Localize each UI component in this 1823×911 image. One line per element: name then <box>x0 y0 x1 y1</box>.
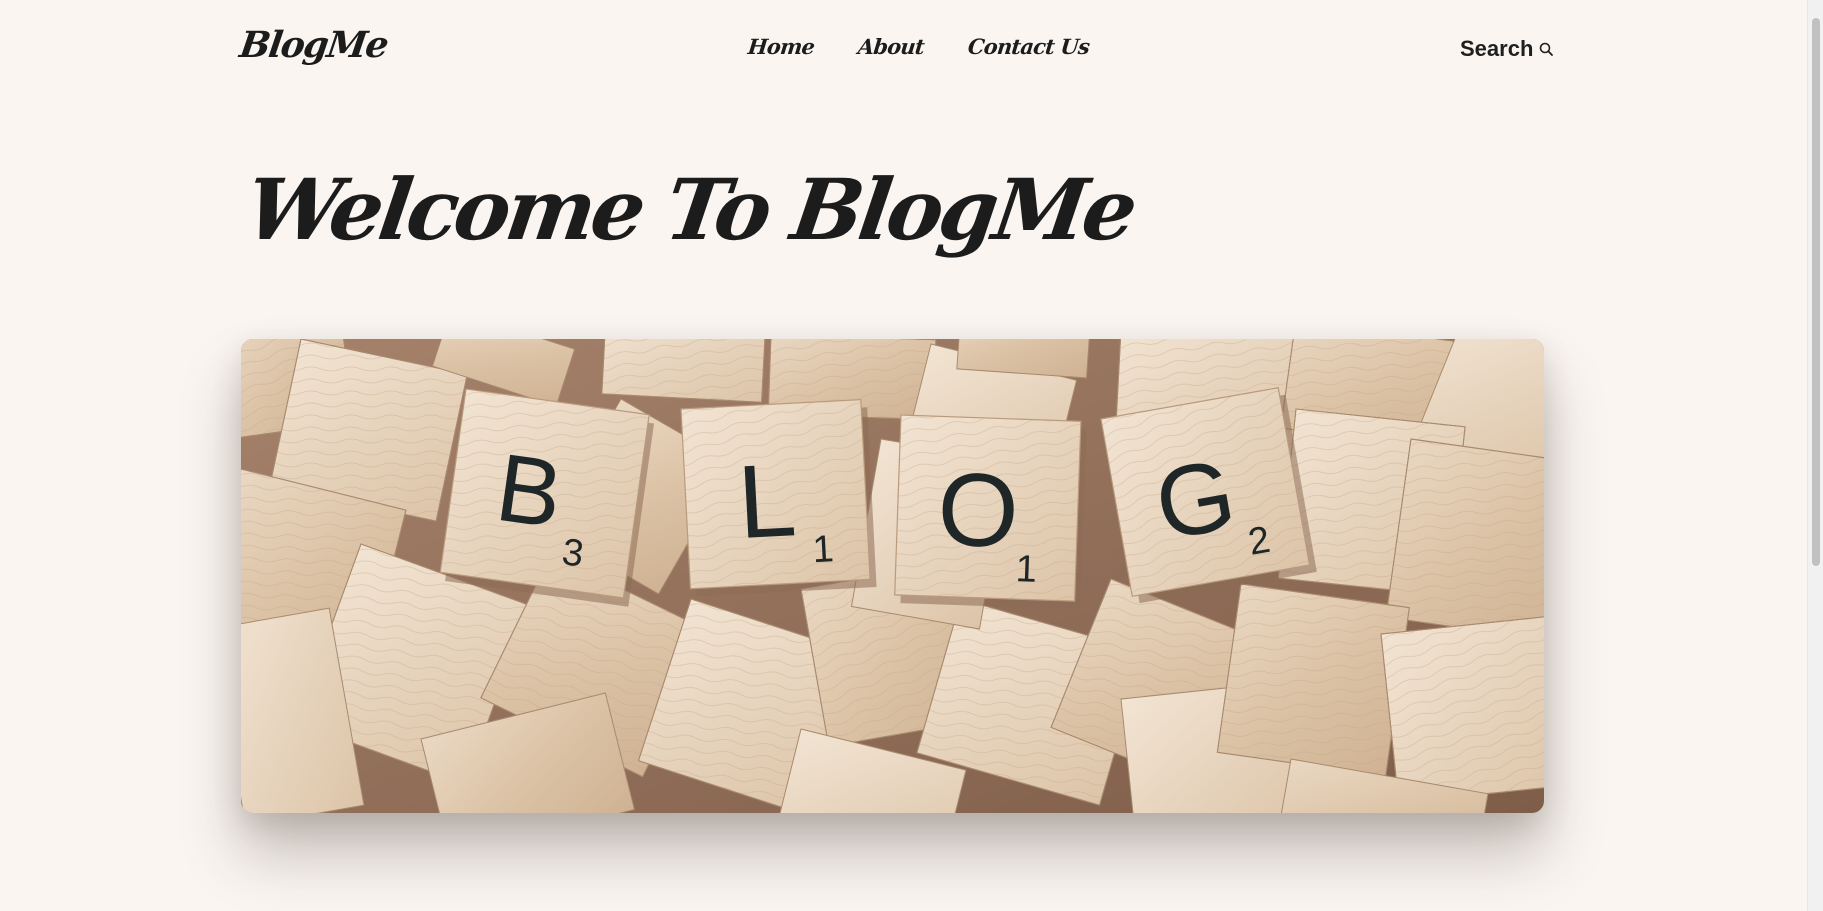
nav-link-about[interactable]: About <box>857 34 926 59</box>
site-logo[interactable]: BlogMe <box>237 24 390 66</box>
blog-tiles-image: B 3 L 1 O 1 G 2 <box>241 339 1544 813</box>
page-title: Welcome To BlogMe <box>240 160 1140 259</box>
svg-text:L: L <box>735 442 799 561</box>
tile-g: G 2 <box>1100 387 1317 604</box>
search-button[interactable]: Search <box>1460 36 1554 62</box>
search-label: Search <box>1460 36 1534 61</box>
scrollbar-thumb[interactable] <box>1812 18 1820 566</box>
nav-link-home[interactable]: Home <box>747 34 816 59</box>
tile-o: O 1 <box>894 414 1087 610</box>
svg-text:O: O <box>936 451 1021 570</box>
vertical-scrollbar[interactable] <box>1807 0 1823 911</box>
svg-text:1: 1 <box>1015 548 1038 591</box>
hero-image: B 3 L 1 O 1 G 2 <box>241 339 1544 813</box>
tile-b: B 3 <box>439 388 655 607</box>
main-nav: Home About Contact Us <box>747 34 1091 59</box>
svg-text:1: 1 <box>811 528 834 571</box>
search-icon <box>1539 42 1554 56</box>
nav-link-contact-us[interactable]: Contact Us <box>967 34 1091 59</box>
page: BlogMe Home About Contact Us Search Welc… <box>0 0 1807 911</box>
tile-l: L 1 <box>680 398 877 597</box>
